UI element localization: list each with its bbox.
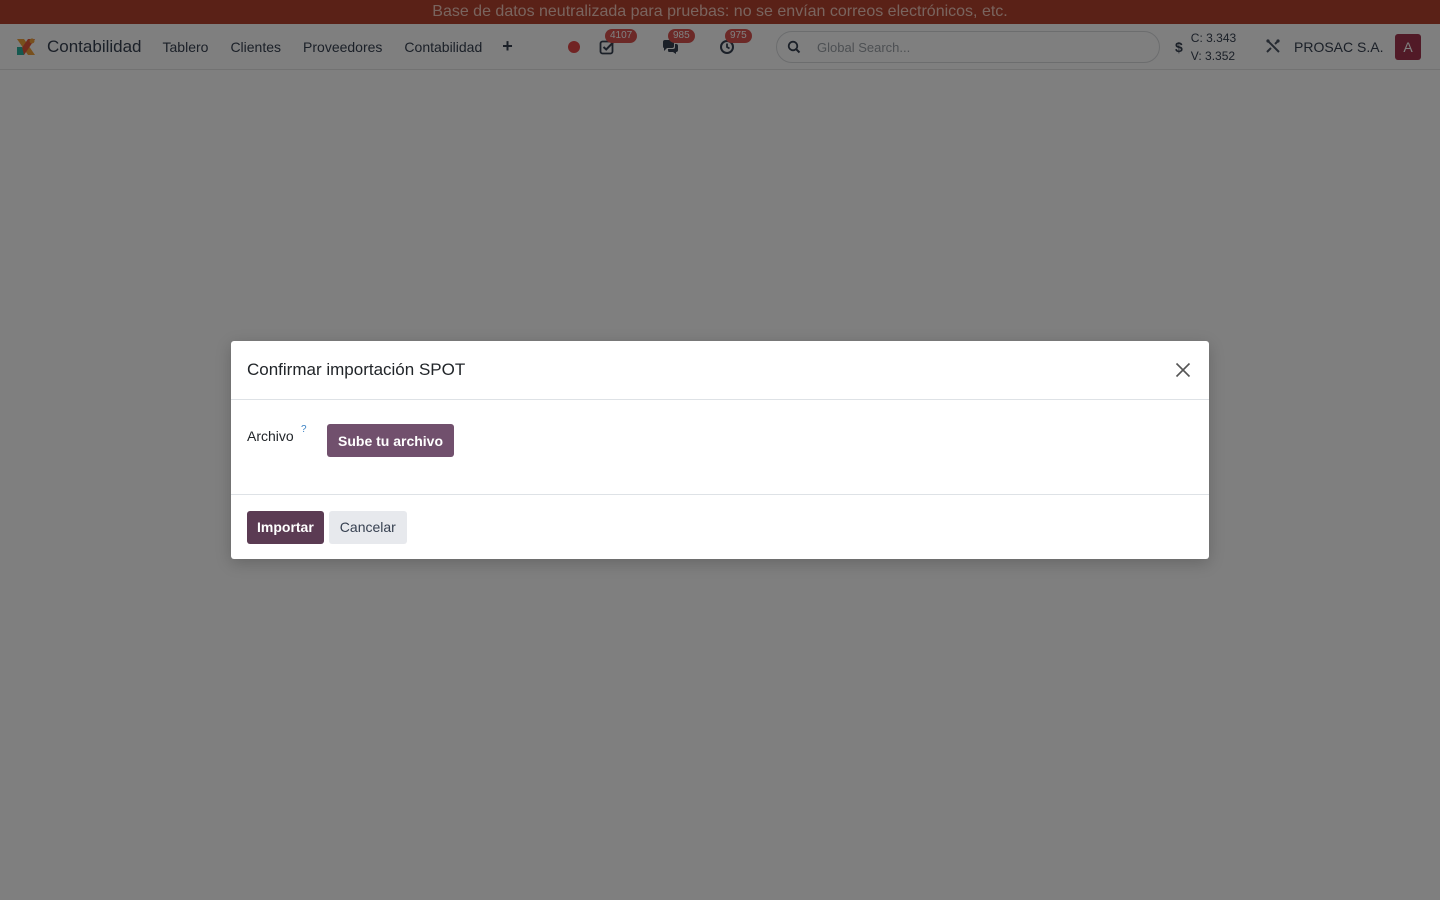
upload-file-button[interactable]: Sube tu archivo [327,424,455,457]
modal-footer: Importar Cancelar [231,495,1209,559]
help-tooltip-icon[interactable]: ? [301,424,307,435]
modal-header: Confirmar importación SPOT [231,341,1209,400]
import-button[interactable]: Importar [247,510,324,544]
cancel-button[interactable]: Cancelar [328,510,407,544]
import-spot-dialog: Confirmar importación SPOT Archivo ? Sub… [231,341,1209,559]
modal-title: Confirmar importación SPOT [247,360,466,379]
archivo-label: Archivo [247,428,294,444]
close-icon[interactable] [1173,360,1193,380]
modal-body: Archivo ? Sube tu archivo [231,400,1209,495]
